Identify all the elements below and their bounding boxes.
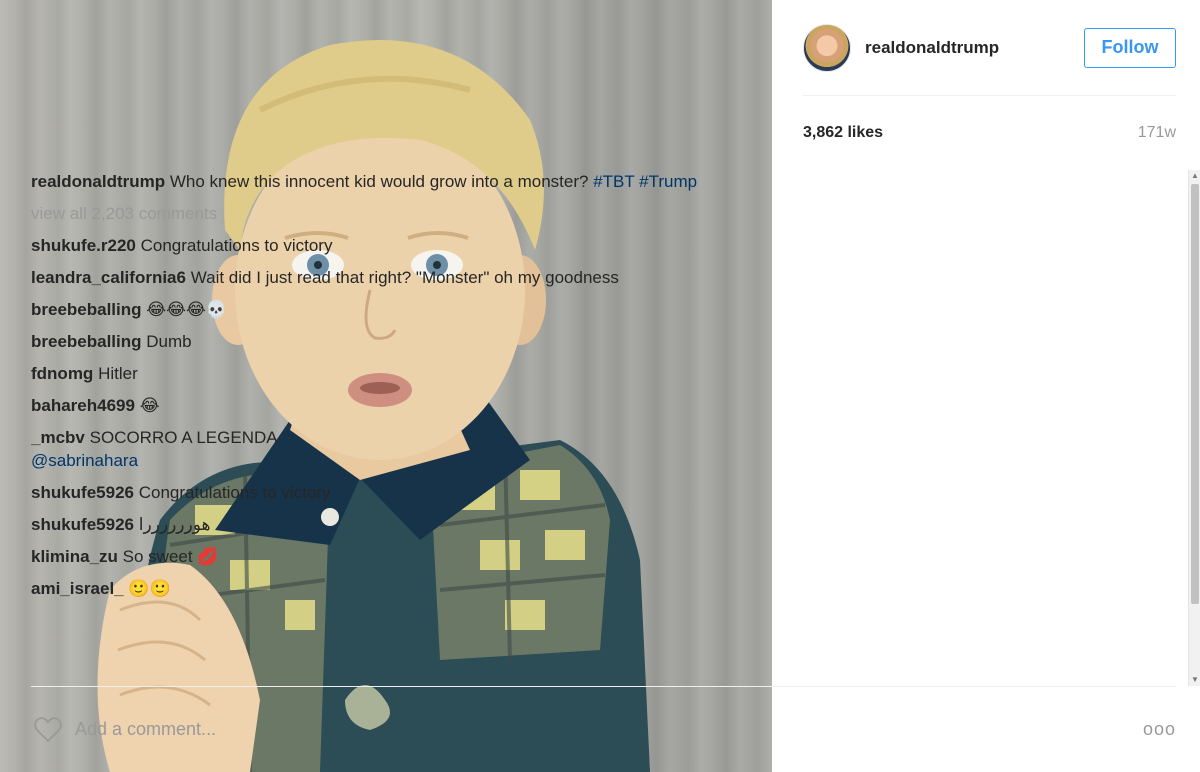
comment-username[interactable]: shukufe5926 <box>31 515 134 534</box>
comment-username[interactable]: shukufe5926 <box>31 483 134 502</box>
scroll-up-arrow-icon[interactable]: ▲ <box>1190 170 1200 182</box>
comment-item: fdnomg Hitler <box>31 362 1176 385</box>
view-all-comments-link[interactable]: view all 2,203 comments <box>31 202 1176 225</box>
scrollbar-thumb[interactable] <box>1191 184 1199 604</box>
post-header: realdonaldtrump Follow <box>803 0 1176 96</box>
scroll-down-arrow-icon[interactable]: ▼ <box>1190 674 1200 686</box>
comment-text: So sweet 💋 <box>122 547 219 566</box>
comment-text: Hitler <box>98 364 138 383</box>
post-age[interactable]: 171w <box>1138 124 1176 142</box>
follow-button[interactable]: Follow <box>1084 27 1176 68</box>
comment-item: shukufe5926 Congratulations to victory <box>31 481 1176 504</box>
comment-mention[interactable]: @sabrinahara <box>31 451 138 470</box>
comment-item: leandra_california6 Wait did I just read… <box>31 266 1176 289</box>
comment-text: Wait did I just read that right? "Monste… <box>190 268 619 287</box>
comment-item: _mcbv SOCORRO A LEGENDA @sabrinahara <box>31 426 1176 472</box>
comment-item: breebeballing Dumb <box>31 330 1176 353</box>
caption-hashtags[interactable]: #TBT #Trump <box>593 172 697 191</box>
instagram-post: realdonaldtrump Follow 3,862 likes 171w … <box>0 0 1200 772</box>
post-meta: 3,862 likes 171w <box>803 96 1176 170</box>
comment-username[interactable]: leandra_california6 <box>31 268 186 287</box>
comment-text: 😂😂😂💀 <box>146 300 228 319</box>
comment-username[interactable]: breebeballing <box>31 332 142 351</box>
post-caption: realdonaldtrump Who knew this innocent k… <box>31 170 1176 193</box>
comment-text: SOCORRO A LEGENDA <box>89 428 278 447</box>
comment-username[interactable]: _mcbv <box>31 428 85 447</box>
comment-list[interactable]: realdonaldtrump Who knew this innocent k… <box>31 170 1176 686</box>
comment-item: breebeballing 😂😂😂💀 <box>31 298 1176 321</box>
comment-item: klimina_zu So sweet 💋 <box>31 545 1176 568</box>
comment-text: 🙂🙂 <box>128 579 171 598</box>
comment-text: Congratulations to victory <box>140 236 333 255</box>
comment-username[interactable]: fdnomg <box>31 364 93 383</box>
author-username[interactable]: realdonaldtrump <box>865 38 999 58</box>
comment-text: Dumb <box>146 332 192 351</box>
comment-item: bahareh4699 😂 <box>31 394 1176 417</box>
comment-item: ami_israel_ 🙂🙂 <box>31 577 1176 600</box>
comment-username[interactable]: klimina_zu <box>31 547 118 566</box>
caption-username[interactable]: realdonaldtrump <box>31 172 165 191</box>
comment-username[interactable]: ami_israel_ <box>31 579 124 598</box>
heart-outline-icon[interactable] <box>31 715 65 745</box>
likes-count[interactable]: 3,862 likes <box>803 124 883 142</box>
caption-text: Who knew this innocent kid would grow in… <box>169 172 589 191</box>
add-comment-input[interactable] <box>75 719 1136 740</box>
comment-text: Congratulations to victory <box>138 483 331 502</box>
comments-scrollbar[interactable]: ▲ ▼ <box>1188 170 1200 686</box>
comment-item: shukufe5926 هوررررررا <box>31 513 1176 536</box>
comment-username[interactable]: shukufe.r220 <box>31 236 136 255</box>
comment-item: shukufe.r220 Congratulations to victory <box>31 234 1176 257</box>
profile-avatar[interactable] <box>803 23 851 72</box>
comment-text: هوررررررا <box>138 515 211 534</box>
more-options-icon[interactable]: ooo <box>1136 719 1176 740</box>
comment-username[interactable]: breebeballing <box>31 300 142 319</box>
comment-composer: ooo <box>31 686 1176 772</box>
comment-username[interactable]: bahareh4699 <box>31 396 135 415</box>
comment-text: 😂 <box>139 396 160 415</box>
